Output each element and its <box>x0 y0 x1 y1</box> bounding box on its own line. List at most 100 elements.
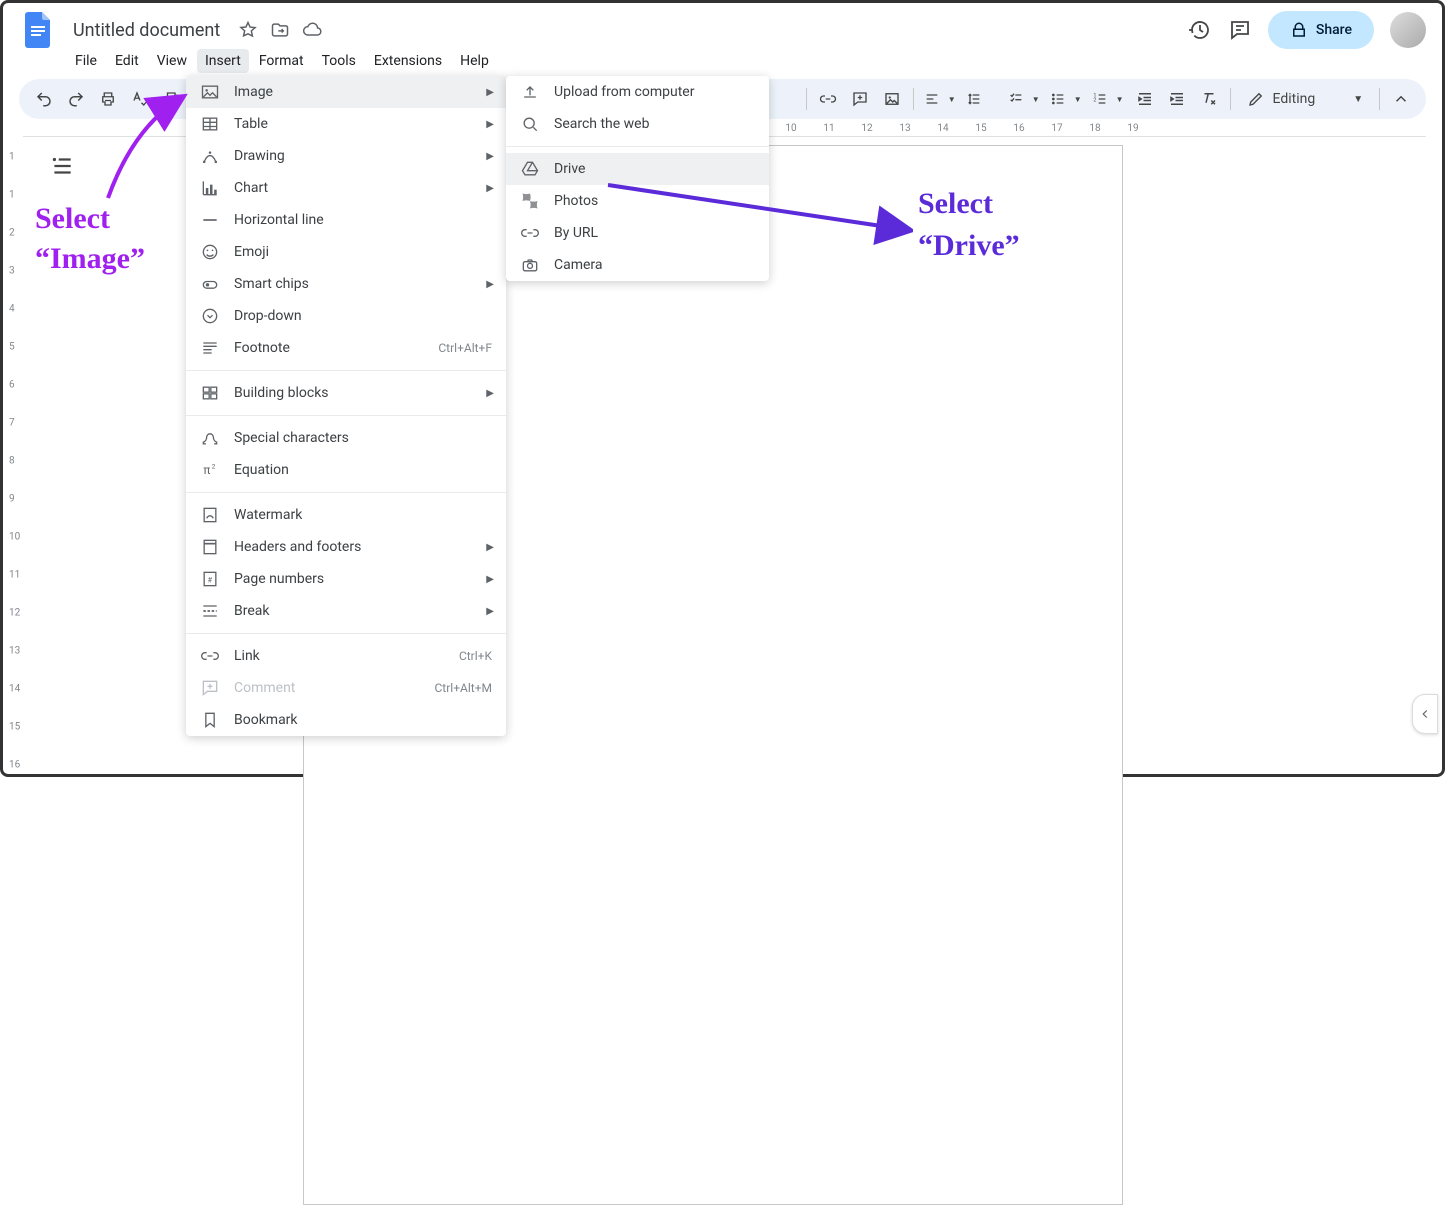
menu-item-label: Headers and footers <box>234 539 361 555</box>
ruler-tick: 2 <box>9 228 15 239</box>
insert-menu-item-watermark[interactable]: Watermark <box>186 499 506 531</box>
align-button[interactable]: ▼ <box>920 84 960 114</box>
share-button[interactable]: Share <box>1268 11 1374 49</box>
menu-item-label: Drop-down <box>234 308 302 324</box>
outline-button[interactable] <box>49 153 75 179</box>
ruler-tick: 17 <box>1051 123 1062 134</box>
ruler-tick: 14 <box>937 123 948 134</box>
numbered-list-button[interactable]: 12▼ <box>1088 84 1128 114</box>
chevron-down-icon: ▼ <box>1353 94 1363 105</box>
checklist-button[interactable]: ▼ <box>1004 84 1044 114</box>
submenu-arrow-icon: ▶ <box>486 574 494 585</box>
increase-indent-button[interactable] <box>1162 84 1192 114</box>
menu-edit[interactable]: Edit <box>107 49 147 73</box>
dropdown-icon <box>200 306 220 326</box>
insert-menu-item-horizontal-line[interactable]: Horizontal line <box>186 204 506 236</box>
image-submenu-item-upload-from-computer[interactable]: Upload from computer <box>506 76 769 108</box>
insert-image-button[interactable] <box>877 84 907 114</box>
docs-icon <box>25 12 53 48</box>
checklist-icon <box>1008 91 1024 107</box>
cloud-status-icon[interactable] <box>302 20 322 40</box>
insert-menu-item-footnote[interactable]: FootnoteCtrl+Alt+F <box>186 332 506 364</box>
ruler-tick: 10 <box>785 123 796 134</box>
menu-view[interactable]: View <box>149 49 195 73</box>
hr-icon <box>200 210 220 230</box>
insert-menu-item-headers-and-footers[interactable]: Headers and footers▶ <box>186 531 506 563</box>
insert-menu-item-link[interactable]: LinkCtrl+K <box>186 640 506 672</box>
insert-menu-item-bookmark[interactable]: Bookmark <box>186 704 506 736</box>
insert-menu-item-building-blocks[interactable]: Building blocks▶ <box>186 377 506 409</box>
break-icon <box>200 601 220 621</box>
toolbar-separator <box>1379 88 1380 110</box>
toolbar-separator <box>806 88 807 110</box>
bulleted-list-button[interactable]: ▼ <box>1046 84 1086 114</box>
menu-separator <box>186 492 506 493</box>
menu-tools[interactable]: Tools <box>314 49 364 73</box>
chart-icon <box>200 178 220 198</box>
insert-menu-item-chart[interactable]: Chart▶ <box>186 172 506 204</box>
menu-separator <box>186 370 506 371</box>
image-submenu-item-camera[interactable]: Camera <box>506 249 769 281</box>
insert-link-button[interactable] <box>813 84 843 114</box>
menu-item-label: Building blocks <box>234 385 329 401</box>
document-title[interactable]: Untitled document <box>67 18 226 43</box>
explore-button[interactable] <box>1412 694 1438 734</box>
annotation-text: “Image” <box>35 241 145 277</box>
menu-format[interactable]: Format <box>251 49 312 73</box>
image-icon <box>883 90 901 108</box>
insert-menu-item-drawing[interactable]: Drawing▶ <box>186 140 506 172</box>
shortcut-label: Ctrl+Alt+M <box>435 681 493 695</box>
insert-menu-item-page-numbers[interactable]: #Page numbers▶ <box>186 563 506 595</box>
insert-menu-item-equation[interactable]: π2Equation <box>186 454 506 486</box>
pi-icon: π2 <box>200 460 220 480</box>
insert-menu-item-table[interactable]: Table▶ <box>186 108 506 140</box>
insert-menu-item-special-characters[interactable]: Special characters <box>186 422 506 454</box>
ruler-tick: 11 <box>823 123 834 134</box>
menu-separator <box>506 146 769 147</box>
comment-plus-icon <box>851 90 869 108</box>
comments-icon[interactable] <box>1228 18 1252 42</box>
decrease-indent-button[interactable] <box>1130 84 1160 114</box>
ruler-tick: 15 <box>9 722 20 733</box>
ruler-tick: 9 <box>9 494 15 505</box>
line-spacing-button[interactable] <box>962 84 1002 114</box>
ruler-tick: 16 <box>1013 123 1024 134</box>
avatar[interactable] <box>1390 12 1426 48</box>
insert-menu-item-emoji[interactable]: Emoji <box>186 236 506 268</box>
clear-formatting-button[interactable] <box>1194 84 1224 114</box>
bullet-icon <box>1050 91 1066 107</box>
numbered-icon: 12 <box>1092 91 1108 107</box>
menu-extensions[interactable]: Extensions <box>366 49 450 73</box>
header: Untitled document Share <box>3 3 1442 49</box>
svg-text:π: π <box>203 463 210 477</box>
link-icon <box>200 646 220 666</box>
ruler-tick: 8 <box>9 456 15 467</box>
menu-file[interactable]: File <box>67 49 105 73</box>
ruler-tick: 1 <box>9 152 15 163</box>
annotation-text: “Drive” <box>918 228 1020 264</box>
move-icon[interactable] <box>270 20 290 40</box>
insert-menu-item-image[interactable]: Image▶ <box>186 76 506 108</box>
toolbar-separator <box>1230 88 1231 110</box>
lock-icon <box>1290 21 1308 39</box>
star-icon[interactable] <box>238 20 258 40</box>
editing-mode-button[interactable]: Editing ▼ <box>1237 90 1374 108</box>
ruler-tick: 10 <box>9 532 20 543</box>
ruler-tick: 15 <box>975 123 986 134</box>
link-icon <box>819 90 837 108</box>
menu-item-label: Watermark <box>234 507 302 523</box>
annotation-arrow-icon <box>93 88 203 208</box>
menu-item-label: Horizontal line <box>234 212 324 228</box>
menu-insert[interactable]: Insert <box>197 49 249 73</box>
image-submenu-item-search-the-web[interactable]: Search the web <box>506 108 769 140</box>
redo-button[interactable] <box>61 84 91 114</box>
collapse-toolbar-button[interactable] <box>1386 84 1416 114</box>
menu-help[interactable]: Help <box>452 49 497 73</box>
insert-menu-item-break[interactable]: Break▶ <box>186 595 506 627</box>
insert-menu-item-smart-chips[interactable]: Smart chips▶ <box>186 268 506 300</box>
version-history-icon[interactable] <box>1188 18 1212 42</box>
undo-button[interactable] <box>29 84 59 114</box>
add-comment-button[interactable] <box>845 84 875 114</box>
insert-menu-item-drop-down[interactable]: Drop-down <box>186 300 506 332</box>
docs-logo[interactable] <box>19 10 59 50</box>
